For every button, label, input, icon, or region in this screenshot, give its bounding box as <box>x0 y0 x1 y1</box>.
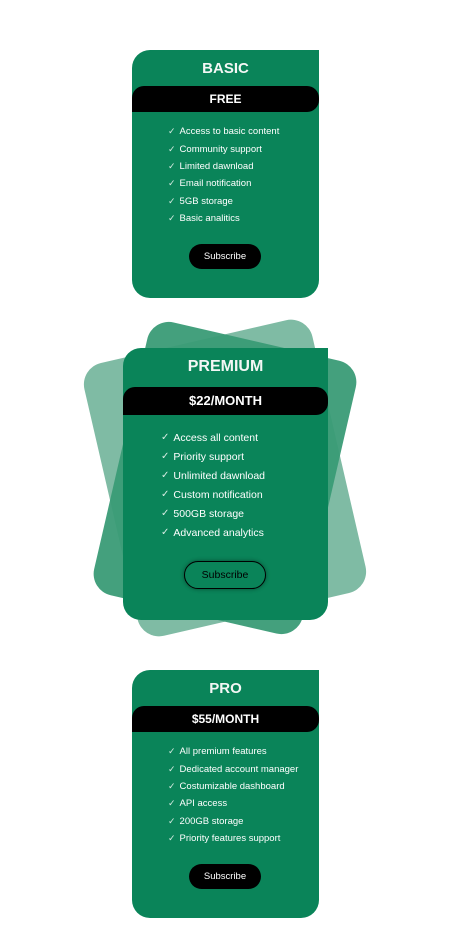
feature-item: ✓ Basic analitics <box>168 210 279 227</box>
check-icon: ✓ <box>168 143 176 154</box>
feature-text: Email notification <box>179 178 252 190</box>
feature-text: Unlimited dawnload <box>173 469 266 482</box>
feature-list: ✓ Access to basic content ✓ Community supp… <box>168 123 279 227</box>
feature-text: Priority features support <box>179 833 281 845</box>
feature-text: Access to basic content <box>179 126 280 138</box>
feature-item: ✓ Limited dawnload <box>168 158 279 175</box>
check-icon: ✓ <box>168 746 176 757</box>
feature-text: 500GB storage <box>173 507 245 520</box>
plan-price: $55/MONTH <box>132 706 319 732</box>
feature-item: ✓ Unlimited dawnload <box>161 466 265 485</box>
plan-card-pro: PRO $55/MONTH ✓ All premium features ✓ Ded… <box>132 670 319 918</box>
feature-item: ✓ All premium features <box>168 743 298 760</box>
feature-text: 5GB storage <box>179 195 233 207</box>
feature-item: ✓ Access all content <box>161 428 265 447</box>
check-icon: ✓ <box>168 815 176 826</box>
plan-title: PREMIUM <box>187 358 264 375</box>
feature-text: 200GB storage <box>179 815 244 827</box>
feature-item: ✓ Costumizable dashboard <box>168 778 298 795</box>
check-icon: ✓ <box>168 178 176 189</box>
feature-text: Dedicated account manager <box>179 763 299 775</box>
plan-title: BASIC <box>202 60 249 77</box>
check-icon: ✓ <box>168 213 176 224</box>
plan-title: PRO <box>209 680 242 697</box>
check-icon: ✓ <box>168 833 176 844</box>
feature-text: API access <box>179 798 228 810</box>
check-icon: ✓ <box>161 432 170 443</box>
plan-price: $22/MONTH <box>123 387 328 415</box>
feature-list: ✓ Access all content ✓ Priority support ✓ U… <box>161 428 265 542</box>
feature-item: ✓ 500GB storage <box>161 504 265 523</box>
feature-text: All premium features <box>179 746 267 758</box>
feature-item: ✓ 5GB storage <box>168 193 279 210</box>
feature-text: Priority support <box>173 450 244 463</box>
plan-card-basic: BASIC FREE ✓ Access to basic content ✓ Com… <box>132 50 319 298</box>
subscribe-button-basic[interactable]: Subscribe <box>189 244 261 269</box>
check-icon: ✓ <box>168 763 176 774</box>
check-icon: ✓ <box>161 527 170 538</box>
check-icon: ✓ <box>168 780 176 791</box>
feature-text: Limited dawnload <box>179 160 254 172</box>
feature-item: ✓ Priority features support <box>168 830 298 847</box>
feature-text: Custom notification <box>173 488 263 501</box>
check-icon: ✓ <box>161 508 170 519</box>
check-icon: ✓ <box>161 451 170 462</box>
feature-text: Access all content <box>173 431 259 444</box>
check-icon: ✓ <box>161 470 170 481</box>
plan-price: FREE <box>132 86 319 112</box>
feature-item: ✓ Custom notification <box>161 485 265 504</box>
check-icon: ✓ <box>168 195 176 206</box>
check-icon: ✓ <box>168 798 176 809</box>
feature-item: ✓ 200GB storage <box>168 813 298 830</box>
feature-text: Advanced analytics <box>173 526 264 539</box>
pricing-page: BASIC FREE ✓ Access to basic content ✓ Com… <box>0 0 453 951</box>
feature-text: Community support <box>179 143 262 155</box>
feature-item: ✓ Community support <box>168 140 279 157</box>
check-icon: ✓ <box>168 160 176 171</box>
feature-item: ✓ Priority support <box>161 447 265 466</box>
feature-item: ✓ Dedicated account manager <box>168 760 298 777</box>
check-icon: ✓ <box>161 489 170 500</box>
check-icon: ✓ <box>168 126 176 137</box>
feature-text: Basic analitics <box>179 213 240 225</box>
subscribe-button-pro[interactable]: Subscribe <box>189 864 261 889</box>
subscribe-button-premium[interactable]: Subscribe <box>184 561 266 589</box>
feature-text: Costumizable dashboard <box>179 780 285 792</box>
feature-item: ✓ Access to basic content <box>168 123 279 140</box>
feature-item: ✓ Advanced analytics <box>161 523 265 542</box>
feature-list: ✓ All premium features ✓ Dedicated account… <box>168 743 298 847</box>
plan-card-premium: PREMIUM $22/MONTH ✓ Access all content ✓ P… <box>123 348 328 620</box>
feature-item: ✓ Email notification <box>168 175 279 192</box>
feature-item: ✓ API access <box>168 795 298 812</box>
